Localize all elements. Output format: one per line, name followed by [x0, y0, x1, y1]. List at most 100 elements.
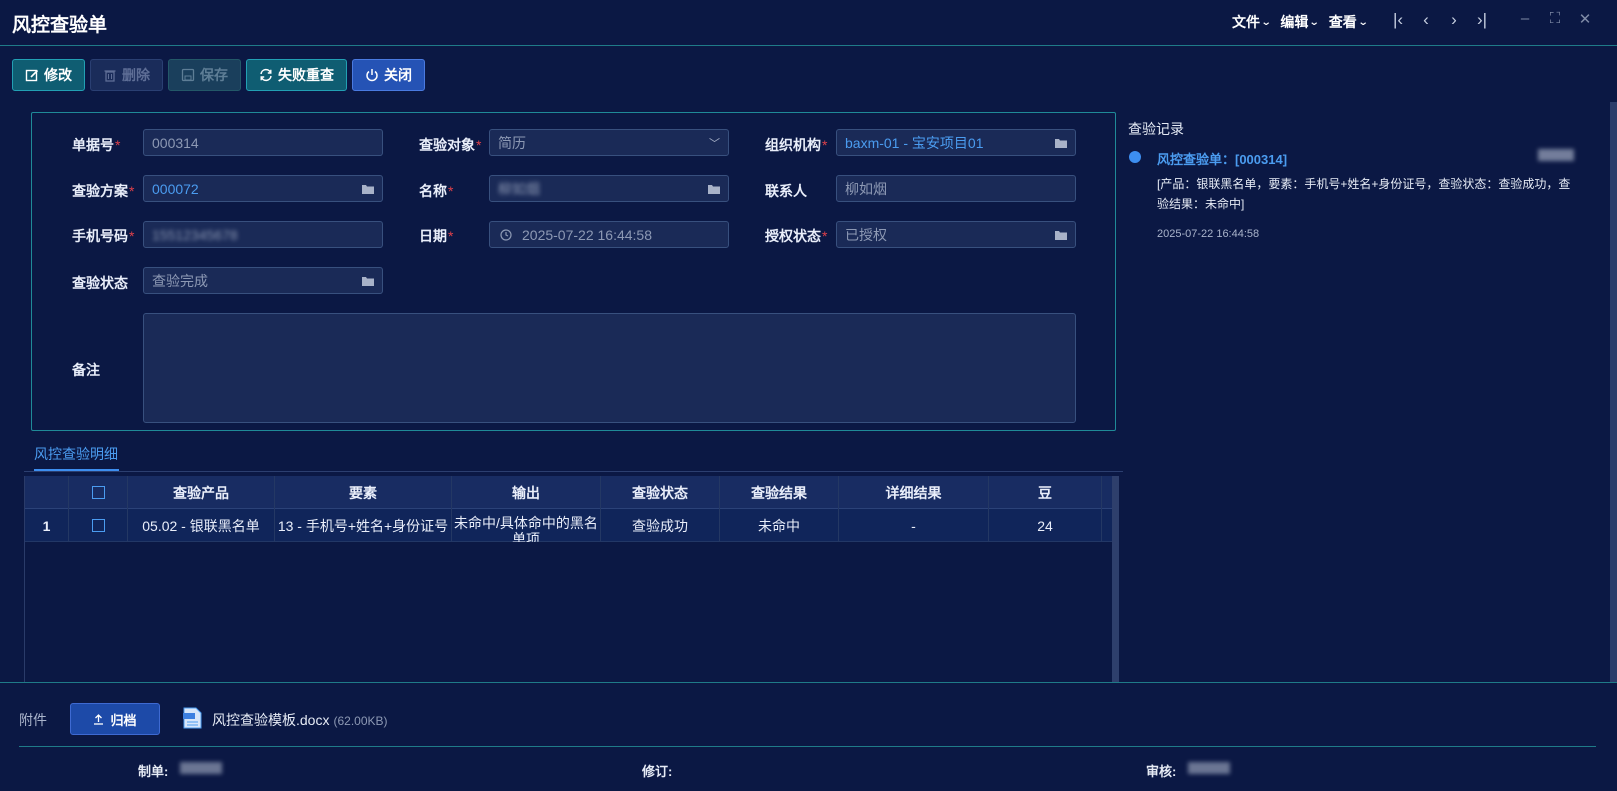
prev-record-icon[interactable]: ‹	[1418, 10, 1434, 30]
archive-button[interactable]: 归档	[70, 703, 160, 735]
last-record-icon[interactable]: ›|	[1474, 10, 1490, 30]
review-label: 审核:	[1146, 764, 1177, 779]
floppy-icon	[181, 68, 195, 82]
trash-icon	[103, 68, 117, 82]
folder-icon[interactable]	[362, 184, 374, 194]
cell-result: 未命中	[720, 509, 839, 542]
scheme-label: 查验方案*	[72, 183, 135, 199]
record-entry-title[interactable]: 风控查验单：[000314]	[1157, 149, 1287, 168]
chevron-down-icon: ﹀	[709, 137, 720, 150]
menu-view[interactable]: 查看 ⌄	[1329, 12, 1369, 32]
chevron-down-icon: ⌄	[1309, 16, 1321, 28]
detail-grid: 查验产品 要素 输出 查验状态 查验结果 详细结果 豆 1 05.02 - 银联…	[24, 476, 1114, 682]
attachment-file[interactable]: 风控查验模板.docx (62.00KB)	[212, 710, 388, 730]
name-label: 名称*	[419, 183, 454, 199]
record-entry-time: 2025-07-22 16:44:58	[1157, 228, 1260, 240]
retry-failed-button[interactable]: 失败重查	[246, 59, 347, 91]
status-field[interactable]: 查验完成	[143, 267, 383, 294]
edit-icon	[25, 68, 39, 82]
target-select[interactable]: 简历 ﹀	[489, 129, 729, 156]
remark-textarea[interactable]	[143, 313, 1076, 423]
power-icon	[365, 68, 379, 82]
auth-label: 授权状态*	[765, 228, 828, 244]
record-navigation: |‹ ‹ › ›|	[1390, 10, 1490, 30]
folder-icon[interactable]	[708, 184, 720, 194]
status-label: 查验状态	[72, 275, 128, 291]
select-all-cell	[69, 476, 128, 509]
row-checkbox[interactable]	[91, 519, 105, 532]
cell-output: 未命中/具体命中的黑名单项	[452, 509, 601, 542]
cell-product: 05.02 - 银联黑名单	[128, 509, 275, 542]
first-record-icon[interactable]: |‹	[1390, 10, 1406, 30]
chevron-down-icon: ⌄	[1260, 16, 1272, 28]
table-row[interactable]: 1 05.02 - 银联黑名单 13 - 手机号+姓名+身份证号 未命中/具体命…	[25, 509, 1114, 542]
phone-label: 手机号码*	[72, 228, 135, 244]
edit-button[interactable]: 修改	[12, 59, 85, 91]
row-number-header	[25, 476, 69, 509]
maker-label: 制单:	[138, 764, 169, 779]
row-index: 1	[25, 509, 69, 542]
name-field[interactable]: 柳如烟	[489, 175, 729, 202]
folder-icon[interactable]	[1055, 138, 1067, 148]
remark-label: 备注	[72, 362, 100, 378]
col-output[interactable]: 输出	[452, 476, 601, 509]
docx-file-icon	[183, 707, 202, 729]
reviewer-redacted	[1188, 762, 1230, 774]
attachment-filename: 风控查验模板.docx	[212, 712, 330, 728]
org-label: 组织机构*	[765, 137, 828, 153]
record-user-redacted	[1538, 149, 1574, 161]
tab-risk-detail[interactable]: 风控查验明细	[34, 444, 118, 464]
cell-beans: 24	[989, 509, 1102, 542]
menu-bar: 文件 ⌄ 编辑 ⌄ 查看 ⌄	[1232, 12, 1369, 32]
date-field[interactable]: 2025-07-22 16:44:58	[489, 221, 729, 248]
window-controls: – ⛶ ✕	[1518, 10, 1592, 28]
next-record-icon[interactable]: ›	[1446, 10, 1462, 30]
scheme-field[interactable]: 000072	[143, 175, 383, 202]
col-detail[interactable]: 详细结果	[839, 476, 989, 509]
cell-elements: 13 - 手机号+姓名+身份证号	[275, 509, 452, 542]
grid-scrollbar[interactable]	[1112, 476, 1119, 682]
col-product[interactable]: 查验产品	[128, 476, 275, 509]
right-scrollbar[interactable]	[1610, 102, 1617, 682]
folder-icon[interactable]	[362, 276, 374, 286]
tab-divider	[24, 471, 1123, 472]
attachment-label: 附件	[19, 712, 47, 728]
grid-header: 查验产品 要素 输出 查验状态 查验结果 详细结果 豆	[25, 476, 1114, 509]
save-button[interactable]: 保存	[168, 59, 241, 91]
col-elements[interactable]: 要素	[275, 476, 452, 509]
bottom-panel	[0, 682, 1617, 791]
col-beans[interactable]: 豆	[989, 476, 1102, 509]
window-title: 风控查验单	[12, 15, 108, 36]
close-icon[interactable]: ✕	[1578, 10, 1592, 28]
folder-icon[interactable]	[1055, 230, 1067, 240]
row-select-cell	[69, 509, 128, 542]
minimize-icon[interactable]: –	[1518, 10, 1532, 28]
record-entry-body: [产品：银联黑名单，要素：手机号+姓名+身份证号，查验状态：查验成功，查验结果：…	[1157, 177, 1571, 211]
col-result[interactable]: 查验结果	[720, 476, 839, 509]
close-button[interactable]: 关闭	[352, 59, 425, 91]
org-field[interactable]: baxm-01 - 宝安项目01	[836, 129, 1076, 156]
maximize-icon[interactable]: ⛶	[1548, 10, 1562, 28]
menu-edit[interactable]: 编辑 ⌄	[1280, 12, 1321, 32]
target-label: 查验对象*	[419, 137, 482, 153]
contact-label: 联系人	[765, 183, 807, 199]
select-all-checkbox[interactable]	[91, 486, 105, 499]
maker-redacted	[180, 762, 222, 774]
cell-detail: -	[839, 509, 989, 542]
menu-file[interactable]: 文件 ⌄	[1232, 12, 1272, 32]
clock-icon	[500, 228, 512, 241]
timeline-dot	[1129, 151, 1141, 163]
auth-field[interactable]: 已授权	[836, 221, 1076, 248]
title-bar: 风控查验单 文件 ⌄ 编辑 ⌄ 查看 ⌄ |‹ ‹ › ›| – ⛶ ✕	[0, 0, 1617, 46]
col-status[interactable]: 查验状态	[601, 476, 720, 509]
doc-no-field[interactable]: 000314	[143, 129, 383, 156]
toolbar: 修改 删除 保存 失败重查 关闭	[12, 59, 425, 91]
attachment-filesize: (62.00KB)	[333, 714, 388, 728]
cell-status: 查验成功	[601, 509, 720, 542]
delete-button[interactable]: 删除	[90, 59, 163, 91]
phone-field[interactable]: 15512345678	[143, 221, 383, 248]
date-label: 日期*	[419, 228, 454, 244]
doc-no-label: 单据号*	[72, 137, 121, 153]
contact-field[interactable]: 柳如烟	[836, 175, 1076, 202]
refresh-icon	[259, 68, 273, 82]
